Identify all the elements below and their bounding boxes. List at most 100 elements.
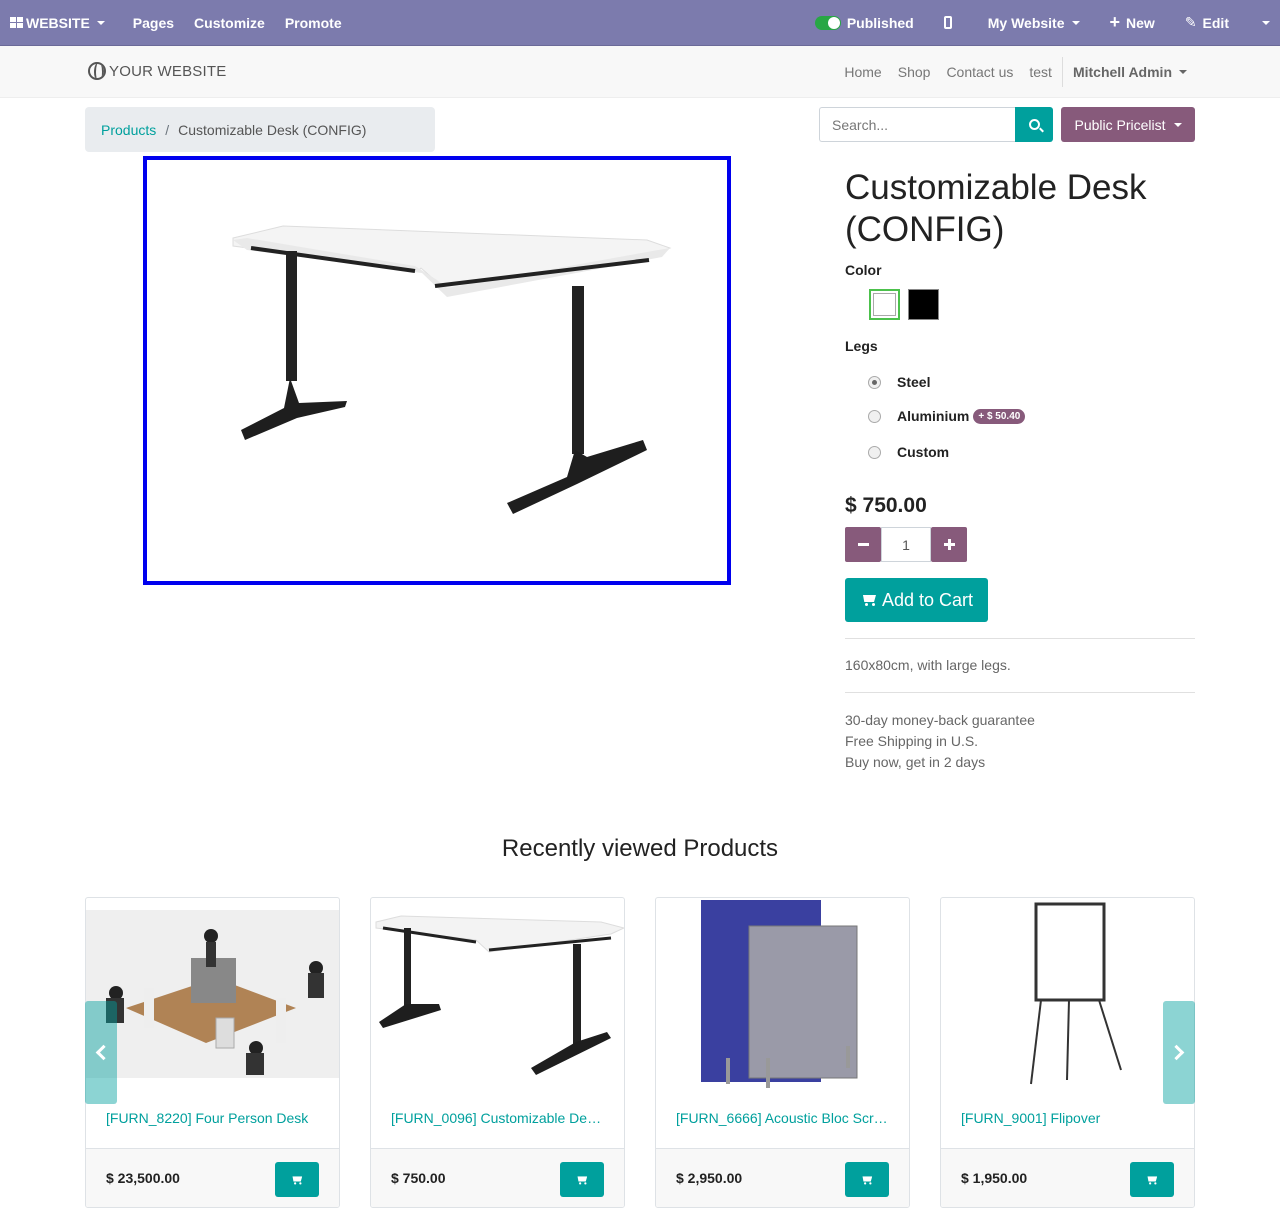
product-card-image[interactable] <box>656 898 909 1090</box>
add-to-cart-button[interactable] <box>275 1162 319 1197</box>
nav-shop[interactable]: Shop <box>890 64 939 80</box>
pricelist-dropdown[interactable]: Public Pricelist <box>1061 107 1195 142</box>
decrease-quantity-button[interactable] <box>845 527 881 562</box>
cart-icon <box>860 1174 874 1185</box>
apps-grid-icon <box>10 17 23 28</box>
product-card-price: $ 23,500.00 <box>106 1170 180 1186</box>
pencil-icon: ✎ <box>1184 14 1197 30</box>
my-website-menu[interactable]: My Website <box>978 0 1100 46</box>
quantity-stepper <box>845 527 967 562</box>
cart-icon <box>575 1174 589 1185</box>
customize-menu[interactable]: Customize <box>184 0 275 46</box>
divider <box>845 638 1195 639</box>
product-image[interactable] <box>143 156 731 585</box>
product-card[interactable]: [FURN_8220] Four Person Desk $ 23,500.00 <box>85 897 340 1208</box>
add-to-cart-label: Add to Cart <box>881 589 974 610</box>
product-card[interactable]: [FURN_6666] Acoustic Bloc Screens $ 2,95… <box>655 897 910 1208</box>
legs-option-label: Custom <box>897 444 950 460</box>
product-card[interactable]: [FURN_0096] Customizable Desk (CONFIG) $… <box>370 897 625 1208</box>
legs-option-steel[interactable]: Steel <box>868 374 930 390</box>
increase-quantity-button[interactable] <box>931 527 967 562</box>
legs-option-label: Aluminium <box>897 408 970 424</box>
new-button[interactable]: + New <box>1100 0 1175 46</box>
logo-text: YOUR WEBSITE <box>109 62 227 80</box>
caret-down-icon <box>1262 20 1270 25</box>
legs-option-aluminium[interactable]: Aluminium + $ 50.40 <box>868 408 1026 424</box>
cart-icon <box>860 593 878 607</box>
product-card-footer: $ 1,950.00 <box>941 1148 1194 1207</box>
product-card-name[interactable]: [FURN_6666] Acoustic Bloc Screens <box>676 1110 891 1126</box>
nav-divider <box>1061 57 1063 87</box>
search-form <box>819 107 1053 142</box>
radio-button-checked[interactable] <box>868 375 881 389</box>
search-button[interactable] <box>1015 107 1053 142</box>
product-card-footer: $ 2,950.00 <box>656 1148 909 1207</box>
color-swatch-black[interactable] <box>908 289 939 320</box>
add-to-cart-button[interactable] <box>560 1162 604 1197</box>
radio-button[interactable] <box>868 445 881 459</box>
legs-option-label: Steel <box>897 374 931 390</box>
new-label: New <box>1126 14 1155 31</box>
add-to-cart-button[interactable] <box>1130 1162 1174 1197</box>
caret-down-icon <box>96 20 105 25</box>
quantity-input[interactable] <box>881 527 931 562</box>
product-card-price: $ 750.00 <box>391 1170 446 1186</box>
site-logo[interactable]: YOUR WEBSITE <box>88 62 226 80</box>
pages-menu[interactable]: Pages <box>123 0 184 46</box>
carousel-next-button[interactable] <box>1163 1001 1195 1104</box>
product-card-image[interactable] <box>371 898 624 1090</box>
more-menu[interactable] <box>1245 0 1280 46</box>
divider <box>845 692 1195 693</box>
add-to-cart-button[interactable]: Add to Cart <box>845 578 988 622</box>
publish-label: Published <box>846 14 914 31</box>
product-card-image[interactable] <box>941 898 1194 1090</box>
cart-icon <box>1145 1174 1159 1185</box>
user-name: Mitchell Admin <box>1072 64 1172 80</box>
nav-home[interactable]: Home <box>836 64 889 80</box>
main-nav: Home Shop Contact us test Mitchell Admin <box>836 46 1195 98</box>
plus-icon <box>943 539 955 550</box>
caret-down-icon <box>1173 122 1182 127</box>
breadcrumb-current: Customizable Desk (CONFIG) <box>178 121 367 138</box>
chevron-left-icon <box>95 1044 112 1061</box>
product-card-name[interactable]: [FURN_8220] Four Person Desk <box>106 1110 321 1126</box>
nav-test[interactable]: test <box>1021 64 1060 80</box>
caret-down-icon <box>1071 20 1080 25</box>
promote-menu[interactable]: Promote <box>275 0 352 46</box>
breadcrumb-products-link[interactable]: Products <box>101 122 156 138</box>
publish-toggle[interactable]: Published <box>805 0 934 46</box>
desk-illustration <box>232 225 672 514</box>
product-card-name[interactable]: [FURN_9001] Flipover <box>961 1110 1176 1126</box>
globe-icon <box>88 62 106 80</box>
product-card[interactable]: [FURN_9001] Flipover $ 1,950.00 <box>940 897 1195 1208</box>
legs-option-custom[interactable]: Custom <box>868 444 949 460</box>
chevron-right-icon <box>1168 1044 1185 1061</box>
mobile-preview-button[interactable] <box>934 0 978 46</box>
product-description: 160x80cm, with large legs. <box>845 657 1011 673</box>
product-price: $ 750.00 <box>845 494 927 517</box>
user-menu[interactable]: Mitchell Admin <box>1065 64 1195 80</box>
add-to-cart-button[interactable] <box>845 1162 889 1197</box>
search-icon <box>1028 119 1040 130</box>
recently-viewed-title: Recently viewed Products <box>501 835 779 862</box>
product-card-name[interactable]: [FURN_0096] Customizable Desk (CONFIG) <box>391 1110 606 1126</box>
product-card-footer: $ 23,500.00 <box>86 1148 339 1207</box>
guarantee-line: Buy now, get in 2 days <box>845 754 986 770</box>
radio-button[interactable] <box>868 409 881 423</box>
edit-label: Edit <box>1202 14 1229 31</box>
website-menu[interactable]: WEBSITE <box>0 0 123 46</box>
edit-button[interactable]: ✎ Edit <box>1175 0 1245 46</box>
color-label: Color <box>845 262 882 278</box>
minus-icon <box>857 543 869 546</box>
toggle-icon <box>814 15 841 30</box>
legs-label: Legs <box>845 338 878 354</box>
breadcrumb-separator: / <box>165 121 170 138</box>
carousel-prev-button[interactable] <box>85 1001 117 1104</box>
product-card-image[interactable] <box>86 898 339 1090</box>
color-swatch-white[interactable] <box>869 289 900 320</box>
pricelist-label: Public Pricelist <box>1074 116 1166 133</box>
website-menu-label: WEBSITE <box>26 14 90 31</box>
nav-contact-us[interactable]: Contact us <box>938 64 1021 80</box>
search-input[interactable] <box>819 107 1015 142</box>
guarantee-line: 30-day money-back guarantee <box>845 712 1035 728</box>
